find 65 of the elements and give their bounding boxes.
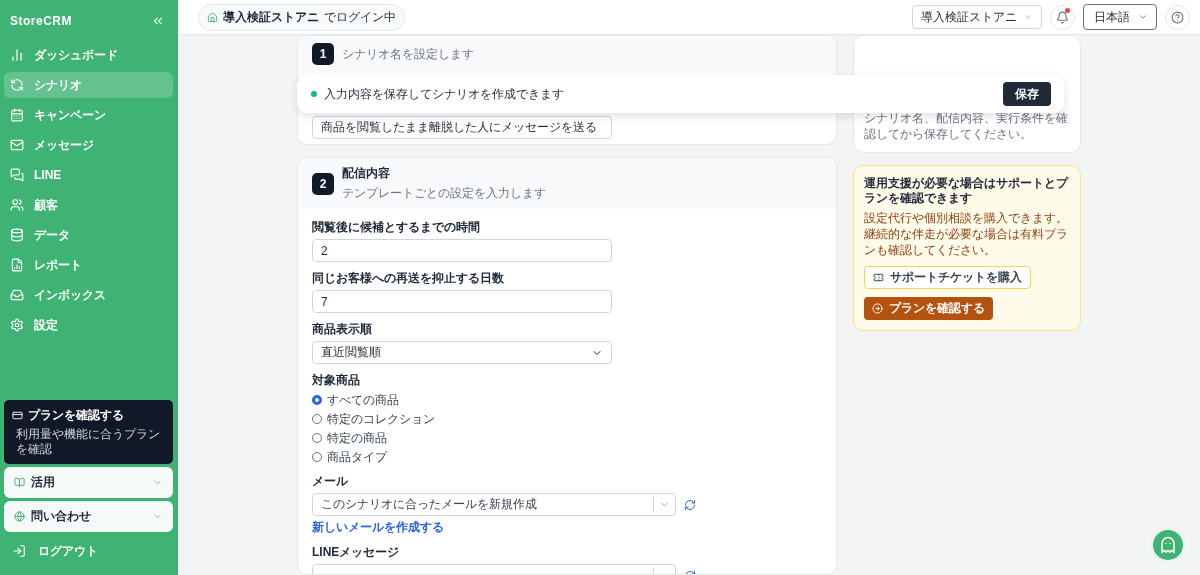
step-number: 1 — [312, 43, 334, 65]
select-field[interactable]: このシナリオに合ったメールを新規作成 — [312, 493, 676, 517]
input-field[interactable]: 2 — [312, 239, 612, 263]
notification-button[interactable] — [1050, 4, 1075, 30]
ghost-icon — [1159, 536, 1177, 554]
field-label: LINEメッセージ — [312, 544, 401, 562]
globe-icon — [14, 511, 25, 522]
plan-card[interactable]: プランを確認する 利用量や機能に合うプランを確認 — [4, 400, 173, 464]
radio-label: 特定のコレクション — [327, 410, 435, 428]
bell-icon — [1056, 10, 1069, 24]
logo: StoreCRM — [10, 14, 72, 28]
plan-title: プランを確認する — [28, 407, 124, 424]
logout-icon — [12, 544, 26, 558]
field-label: 閲覧後に候補とするまでの時間 — [312, 219, 481, 237]
report-icon — [10, 258, 24, 272]
field-label: 対象商品 — [312, 372, 361, 390]
radio-button[interactable] — [312, 414, 322, 425]
radio-label: 商品タイプ — [327, 448, 387, 466]
settings-icon — [10, 318, 24, 332]
collapse-icon[interactable] — [151, 14, 165, 28]
radio-button[interactable] — [312, 452, 322, 463]
card-title: 運用支援が必要な場合はサポートとプランを確認できます — [864, 176, 1070, 206]
section-subtitle: テンプレートごとの設定を入力します — [342, 185, 546, 203]
radio-button[interactable] — [312, 395, 322, 406]
accordion-header[interactable]: 活用 — [4, 467, 173, 498]
bar-chart-icon — [10, 48, 24, 62]
plan-button[interactable]: プランを確認する — [864, 297, 993, 320]
chat-bubbles-icon — [10, 168, 24, 182]
users-icon — [10, 198, 24, 212]
field-label: メール — [312, 473, 349, 491]
language-select[interactable]: 日本語 — [1083, 4, 1157, 30]
section-title: 配信内容 — [342, 165, 391, 183]
help-icon — [1171, 10, 1184, 24]
accordion-header[interactable]: 問い合わせ — [4, 501, 173, 532]
select-field[interactable]: 直近閲覧順 — [312, 341, 612, 365]
home-icon — [207, 11, 218, 23]
mail-icon — [10, 138, 24, 152]
ticket-icon — [873, 272, 884, 283]
ticket-button[interactable]: サポートチケットを購入 — [864, 266, 1031, 289]
card-text: シナリオ名、配信内容、実行条件を確認してから保存してください。 — [864, 110, 1069, 142]
status-dot — [311, 91, 317, 97]
field-label: 同じお客様への再送を抑止する日数 — [312, 270, 505, 288]
chat-button[interactable] — [1150, 527, 1186, 563]
step-number: 2 — [312, 172, 334, 195]
save-button[interactable]: 保存 — [1003, 82, 1051, 106]
inbox-icon — [10, 288, 24, 302]
plan-subtitle: 利用量や機能に合うプランを確認 — [15, 427, 161, 457]
book-icon — [14, 477, 25, 488]
section-subtitle: シナリオ名を設定します — [342, 45, 474, 63]
create-mail-link[interactable]: 新しいメールを作成する — [312, 519, 444, 537]
login-status: でログイン中 — [324, 8, 396, 26]
credit-card-icon — [12, 410, 23, 421]
radio-label: すべての商品 — [327, 391, 399, 409]
radio-label: 特定の商品 — [327, 429, 387, 447]
card-text: 設定代行や個別相談を購入できます。継続的な伴走が必要な場合は有料プランも確認してください。 — [864, 210, 1069, 258]
field-label: 商品表示順 — [312, 321, 373, 339]
help-button[interactable] — [1165, 4, 1190, 30]
input-field[interactable]: 7 — [312, 290, 612, 314]
input-field[interactable]: 商品を閲覧したまま離脱した人にメッセージを送る — [312, 116, 612, 139]
store-name: 導入検証ストアニ — [223, 8, 319, 26]
radio-button[interactable] — [312, 433, 322, 444]
calendar-icon — [10, 108, 24, 122]
toast-message: 入力内容を保存してシナリオを作成できます — [324, 85, 565, 103]
database-icon — [10, 228, 24, 242]
store-select[interactable]: 導入検証ストアニ — [912, 5, 1042, 29]
